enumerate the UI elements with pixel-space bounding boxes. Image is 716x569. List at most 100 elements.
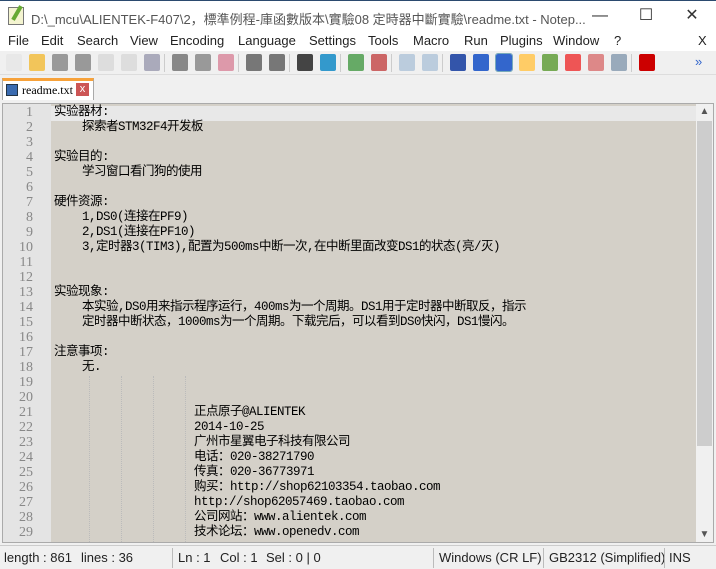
menu-help[interactable]: ? [614, 33, 621, 48]
tab-close-icon[interactable]: x [76, 83, 89, 96]
close-all-icon[interactable] [121, 54, 137, 71]
status-lines: lines : 36 [81, 550, 134, 565]
line-number: 15 [19, 315, 33, 330]
cut-icon[interactable] [172, 54, 188, 71]
minimize-button[interactable]: — [580, 5, 620, 27]
toolbar-separator [631, 54, 632, 72]
line-number: 24 [19, 450, 33, 465]
function-list-icon[interactable] [565, 54, 581, 71]
line-text: 购买：http://shop62103354.taobao.com [54, 480, 441, 494]
copy-icon[interactable] [195, 54, 211, 71]
record-macro-icon[interactable] [639, 54, 655, 71]
line-text: 实验目的: [54, 150, 110, 164]
text-editor[interactable]: 1 实验器材: 2 探索者STM32F4开发板 3 4 实验目的: 5 学习窗口看门狗的使用… [2, 103, 714, 543]
scroll-down-arrow-icon[interactable]: ▼ [696, 529, 713, 540]
folder-workspace-icon[interactable] [588, 54, 604, 71]
menu-edit[interactable]: Edit [41, 33, 63, 48]
line-text: 公司网站：www.alientek.com [54, 510, 367, 524]
undo-icon[interactable] [246, 54, 262, 71]
replace-icon[interactable] [320, 54, 336, 71]
line-number: 22 [19, 420, 33, 435]
current-line-highlight [51, 106, 697, 121]
status-col: Col : 1 [220, 550, 258, 565]
menu-file[interactable]: File [8, 33, 29, 48]
line-number: 10 [19, 240, 33, 255]
status-sel: Sel : 0 | 0 [266, 550, 321, 565]
notepad-app-icon [8, 7, 24, 25]
menu-plugins[interactable]: Plugins [500, 33, 543, 48]
menu-macro[interactable]: Macro [413, 33, 449, 48]
find-icon[interactable] [297, 54, 313, 71]
vertical-scrollbar[interactable]: ▲ ▼ [696, 104, 713, 542]
status-insert-mode[interactable]: INS [669, 550, 691, 565]
menu-language[interactable]: Language [238, 33, 296, 48]
toolbar-separator [164, 54, 165, 72]
menu-settings[interactable]: Settings [309, 33, 356, 48]
menu-view[interactable]: View [130, 33, 158, 48]
line-number: 11 [19, 255, 33, 270]
line-text: 实验现象: [54, 285, 110, 299]
line-number: 1 [26, 105, 33, 120]
zoom-in-icon[interactable] [348, 54, 364, 71]
line-number: 18 [19, 360, 33, 375]
status-encoding[interactable]: GB2312 (Simplified) [549, 550, 665, 565]
menu-encoding[interactable]: Encoding [170, 33, 224, 48]
tab-readme[interactable]: readme.txt x [2, 78, 94, 100]
line-number: 4 [26, 150, 33, 165]
line-number: 23 [19, 435, 33, 450]
line-number: 13 [19, 285, 33, 300]
maximize-button[interactable]: ☐ [626, 5, 666, 27]
line-text: 正点原子@ALIENTEK [54, 405, 306, 419]
sync-vertical-icon[interactable] [399, 54, 415, 71]
monitor-icon[interactable] [611, 54, 627, 71]
toolbar-separator [442, 54, 443, 72]
new-file-icon[interactable] [6, 54, 22, 71]
udl-icon[interactable] [519, 54, 535, 71]
zoom-out-icon[interactable] [371, 54, 387, 71]
close-document-button[interactable]: X [698, 33, 707, 48]
line-number: 6 [26, 180, 33, 195]
tab-bar: readme.txt x [0, 75, 716, 100]
status-length: length : 861 [4, 550, 72, 565]
line-number: 14 [19, 300, 33, 315]
scroll-up-arrow-icon[interactable]: ▲ [696, 106, 713, 117]
menu-search[interactable]: Search [77, 33, 118, 48]
menu-run[interactable]: Run [464, 33, 488, 48]
word-wrap-icon[interactable] [450, 54, 466, 71]
line-text: 学习窗口看门狗的使用 [54, 165, 203, 179]
show-all-chars-icon[interactable] [473, 54, 489, 71]
line-number: 20 [19, 390, 33, 405]
status-eol[interactable]: Windows (CR LF) [439, 550, 542, 565]
close-button[interactable]: ✕ [672, 5, 712, 27]
line-number: 21 [19, 405, 33, 420]
line-number: 5 [26, 165, 33, 180]
scrollbar-thumb[interactable] [697, 121, 712, 446]
line-number: 19 [19, 375, 33, 390]
toolbar-separator [340, 54, 341, 72]
title-bar: D:\_mcu\ALIENTEK-F407\2，標準例程-庫函數版本\實驗08 … [0, 0, 716, 31]
line-number: 17 [19, 345, 33, 360]
line-number: 26 [19, 480, 33, 495]
line-number: 25 [19, 465, 33, 480]
save-icon[interactable] [52, 54, 68, 71]
open-file-icon[interactable] [29, 54, 45, 71]
divider [433, 548, 434, 568]
paste-icon[interactable] [218, 54, 234, 71]
line-number: 27 [19, 495, 33, 510]
line-text: 探索者STM32F4开发板 [54, 120, 204, 134]
indent-guide-icon[interactable] [495, 53, 513, 72]
toolbar-overflow-button[interactable]: » [695, 54, 711, 71]
doc-map-icon[interactable] [542, 54, 558, 71]
sync-horizontal-icon[interactable] [422, 54, 438, 71]
save-all-icon[interactable] [75, 54, 91, 71]
line-number: 12 [19, 270, 33, 285]
menu-tools[interactable]: Tools [368, 33, 398, 48]
line-number: 7 [26, 195, 33, 210]
print-icon[interactable] [144, 54, 160, 71]
menu-window[interactable]: Window [553, 33, 599, 48]
redo-icon[interactable] [269, 54, 285, 71]
line-text: 定时器中断状态，1000ms为一个周期。下载完后，可以看到DS0快闪，DS1慢闪… [54, 315, 515, 329]
line-text: 注意事项: [54, 345, 110, 359]
line-text: 硬件资源: [54, 195, 110, 209]
close-icon[interactable] [98, 54, 114, 71]
